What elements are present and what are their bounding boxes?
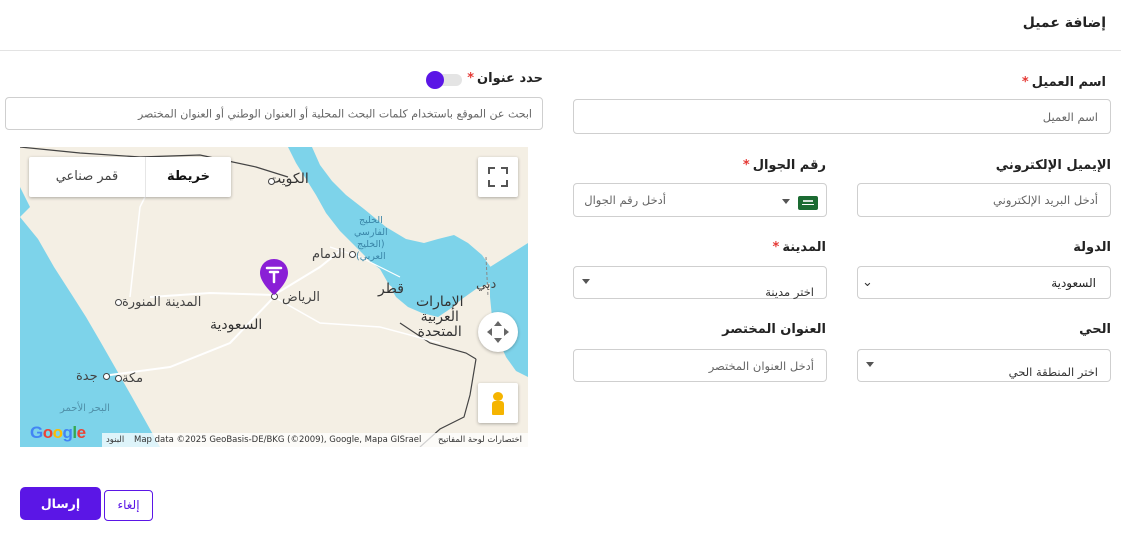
- country-code-caret-icon[interactable]: [782, 199, 790, 204]
- fullscreen-button[interactable]: [478, 157, 518, 197]
- keyboard-shortcuts-link[interactable]: اختصارات لوحة المفاتيح: [438, 435, 522, 445]
- country-value: السعودية: [1051, 275, 1096, 290]
- mobile-label-text: رقم الجوال: [752, 158, 826, 173]
- location-pin-icon[interactable]: [258, 257, 290, 297]
- district-select[interactable]: اختر المنطقة الحي: [857, 349, 1111, 382]
- address-label-text: حدد عنوان: [477, 71, 543, 86]
- map-label-uae: الإمارات العربية المتحدة: [416, 294, 464, 340]
- short-address-placeholder: أدخل العنوان المختصر: [708, 358, 814, 373]
- caret-down-icon: [582, 279, 590, 284]
- address-toggle[interactable]: [426, 71, 464, 89]
- required-mark: *: [467, 71, 475, 86]
- map-label-dubai: دبي: [476, 277, 497, 292]
- pegman-body-icon: [492, 401, 504, 415]
- mobile-placeholder: أدخل رقم الجوال: [584, 193, 666, 207]
- customer-name-input[interactable]: اسم العميل: [573, 99, 1111, 134]
- map-label-jeddah: جدة: [76, 369, 98, 384]
- tab-satellite[interactable]: قمر صناعي: [29, 157, 146, 197]
- short-address-label: العنوان المختصر: [722, 322, 826, 337]
- email-input[interactable]: أدخل البريد الإلكتروني: [857, 183, 1111, 217]
- email-placeholder: أدخل البريد الإلكتروني: [993, 193, 1098, 207]
- map-dot-madinah: [115, 299, 122, 306]
- cancel-button[interactable]: إلغاء: [104, 490, 153, 521]
- map-label-dammam: الدمام: [312, 247, 346, 262]
- page-header: إضافة عميل: [0, 0, 1121, 51]
- map-label-saudi: السعودية: [210, 317, 263, 333]
- chevron-down-icon: ⌄: [862, 275, 873, 290]
- required-mark: *: [742, 158, 750, 173]
- pegman-icon: [493, 392, 503, 401]
- tab-map[interactable]: خريطة: [146, 157, 231, 197]
- map-label-madinah: المدينة المنورة: [122, 295, 202, 310]
- location-search-input[interactable]: ابحث عن الموقع باستخدام كلمات البحث المح…: [5, 97, 543, 130]
- google-logo: Google: [30, 423, 86, 442]
- map-dot-kuwait: [268, 178, 275, 185]
- map-label-gulf: الخليج الفارسي (الخليج العربي): [354, 215, 388, 262]
- map-label-makkah: مكة: [122, 371, 144, 386]
- location-search-placeholder: ابحث عن الموقع باستخدام كلمات البحث المح…: [137, 107, 532, 120]
- city-label-text: المدينة: [782, 240, 826, 255]
- customer-name-placeholder: اسم العميل: [1042, 109, 1098, 124]
- street-view-button[interactable]: [478, 383, 518, 423]
- district-placeholder: اختر المنطقة الحي: [1008, 365, 1098, 379]
- terms-link[interactable]: البنود: [106, 435, 124, 445]
- page-title: إضافة عميل: [1022, 15, 1106, 31]
- mobile-label: رقم الجوال*: [743, 158, 826, 173]
- address-label: حدد عنوان*: [467, 71, 543, 86]
- map-label-red-sea: البحر الأحمر: [60, 403, 110, 414]
- map-view[interactable]: الكويت الدمام الخليج الفارسي (الخليج الع…: [20, 147, 528, 447]
- camera-control-button[interactable]: [478, 312, 518, 352]
- map-data-text: Map data ©2025 GeoBasis-DE/BKG (©2009), …: [134, 435, 422, 445]
- map-attribution: البنود Map data ©2025 GeoBasis-DE/BKG (©…: [102, 433, 528, 447]
- customer-name-label: اسم العميل*: [1022, 75, 1106, 90]
- toggle-knob: [426, 71, 444, 89]
- required-mark: *: [772, 240, 780, 255]
- map-dot-makkah: [115, 375, 122, 382]
- country-label: الدولة: [1073, 240, 1111, 255]
- map-dot-jeddah: [103, 373, 110, 380]
- caret-down-icon: [866, 362, 874, 367]
- city-label: المدينة*: [773, 240, 826, 255]
- city-select[interactable]: اختر مدينة: [573, 266, 827, 299]
- district-label: الحي: [1079, 322, 1111, 337]
- saudi-arabia-flag-icon: [798, 196, 818, 210]
- country-select[interactable]: ⌄ السعودية: [857, 266, 1111, 299]
- submit-button[interactable]: إرسال: [20, 487, 101, 520]
- map-label-qatar: قطر: [378, 281, 404, 297]
- city-placeholder: اختر مدينة: [765, 285, 814, 299]
- move-arrows-icon: [487, 321, 509, 343]
- fullscreen-icon: [488, 167, 508, 187]
- map-type-switch: قمر صناعي خريطة: [29, 157, 231, 197]
- short-address-input[interactable]: أدخل العنوان المختصر: [573, 349, 827, 382]
- mobile-input[interactable]: أدخل رقم الجوال: [573, 183, 827, 217]
- required-mark: *: [1021, 75, 1029, 90]
- email-label: الإيميل الإلكتروني: [995, 158, 1111, 173]
- customer-name-label-text: اسم العميل: [1031, 75, 1106, 90]
